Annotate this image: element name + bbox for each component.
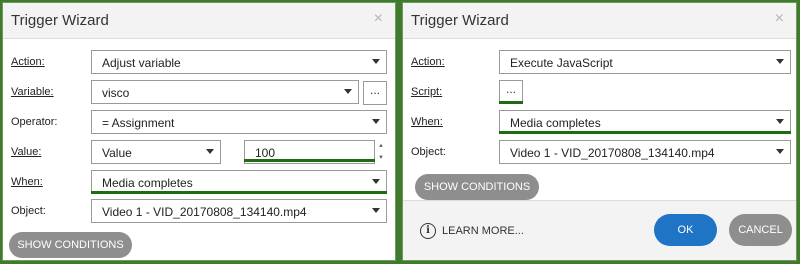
object-row: Object: Video 1 - VID_20170808_134140.mp…: [3, 199, 395, 225]
variable-row: Variable: visco ...: [3, 80, 395, 106]
variable-value: visco: [102, 86, 130, 100]
operator-value: = Assignment: [102, 116, 175, 130]
action-row: Action: Execute JavaScript: [403, 50, 796, 76]
variable-more-button[interactable]: ...: [363, 81, 387, 105]
script-label: Script:: [411, 86, 443, 98]
dialog-footer: i LEARN MORE... OK CANCEL: [403, 200, 796, 260]
script-focus-underline: [499, 101, 523, 104]
chevron-down-icon: [372, 179, 380, 184]
stepper-down-icon[interactable]: ▼: [375, 152, 387, 164]
operator-dropdown[interactable]: = Assignment: [91, 110, 387, 134]
dialog-title: Trigger Wizard: [411, 12, 509, 29]
when-value: Media completes: [102, 176, 193, 190]
when-focus-underline: [499, 131, 791, 134]
object-value: Video 1 - VID_20170808_134140.mp4: [510, 146, 715, 160]
title-bar: Trigger Wizard ×: [3, 3, 395, 39]
show-conditions-button[interactable]: SHOW CONDITIONS: [415, 174, 539, 200]
when-focus-underline: [91, 191, 387, 194]
action-dropdown[interactable]: Execute JavaScript: [499, 50, 791, 74]
stepper-up-icon[interactable]: ▲: [375, 140, 387, 152]
close-icon[interactable]: ×: [374, 11, 383, 27]
variable-label: Variable:: [11, 86, 54, 98]
trigger-wizard-adjust-variable: Trigger Wizard × Action: Adjust variable…: [2, 2, 396, 261]
object-label: Object:: [411, 146, 446, 158]
chevron-down-icon: [776, 149, 784, 154]
chevron-down-icon: [776, 59, 784, 64]
when-label: When:: [411, 116, 443, 128]
object-label: Object:: [11, 205, 46, 217]
operator-label: Operator:: [11, 116, 58, 128]
when-value: Media completes: [510, 116, 601, 130]
value-label: Value:: [11, 146, 42, 158]
object-value: Video 1 - VID_20170808_134140.mp4: [102, 205, 307, 219]
learn-more-link[interactable]: LEARN MORE...: [442, 225, 524, 237]
close-icon[interactable]: ×: [775, 11, 784, 27]
object-dropdown[interactable]: Video 1 - VID_20170808_134140.mp4: [499, 140, 791, 164]
chevron-down-icon: [206, 149, 214, 154]
trigger-wizard-execute-javascript: Trigger Wizard × Action: Execute JavaScr…: [402, 2, 797, 261]
ok-button[interactable]: OK: [654, 214, 717, 246]
screenshot-stage: Trigger Wizard × Action: Adjust variable…: [0, 0, 800, 264]
when-row: When: Media completes: [403, 110, 796, 136]
value-type: Value: [102, 146, 132, 160]
variable-dropdown[interactable]: visco: [91, 80, 359, 104]
chevron-down-icon: [372, 119, 380, 124]
value-focus-underline: [244, 159, 375, 162]
show-conditions-button[interactable]: SHOW CONDITIONS: [9, 232, 132, 258]
object-row: Object: Video 1 - VID_20170808_134140.mp…: [403, 140, 796, 166]
chevron-down-icon: [372, 59, 380, 64]
action-label: Action:: [11, 56, 45, 68]
action-value: Execute JavaScript: [510, 56, 613, 70]
when-row: When: Media completes: [3, 170, 395, 196]
action-row: Action: Adjust variable: [3, 50, 395, 76]
info-icon: i: [420, 223, 436, 239]
action-value: Adjust variable: [102, 56, 181, 70]
value-row: Value: Value 100 ▲ ▼: [3, 140, 395, 166]
value-number: 100: [255, 146, 276, 160]
dialog-title: Trigger Wizard: [11, 12, 109, 29]
value-stepper[interactable]: ▲ ▼: [375, 140, 387, 164]
chevron-down-icon: [344, 89, 352, 94]
cancel-button[interactable]: CANCEL: [729, 214, 792, 246]
object-dropdown[interactable]: Video 1 - VID_20170808_134140.mp4: [91, 199, 387, 223]
chevron-down-icon: [776, 119, 784, 124]
chevron-down-icon: [372, 208, 380, 213]
action-dropdown[interactable]: Adjust variable: [91, 50, 387, 74]
when-label: When:: [11, 176, 43, 188]
action-label: Action:: [411, 56, 445, 68]
operator-row: Operator: = Assignment: [3, 110, 395, 136]
script-row: Script: ...: [403, 80, 796, 106]
value-type-dropdown[interactable]: Value: [91, 140, 221, 164]
title-bar: Trigger Wizard ×: [403, 3, 796, 39]
